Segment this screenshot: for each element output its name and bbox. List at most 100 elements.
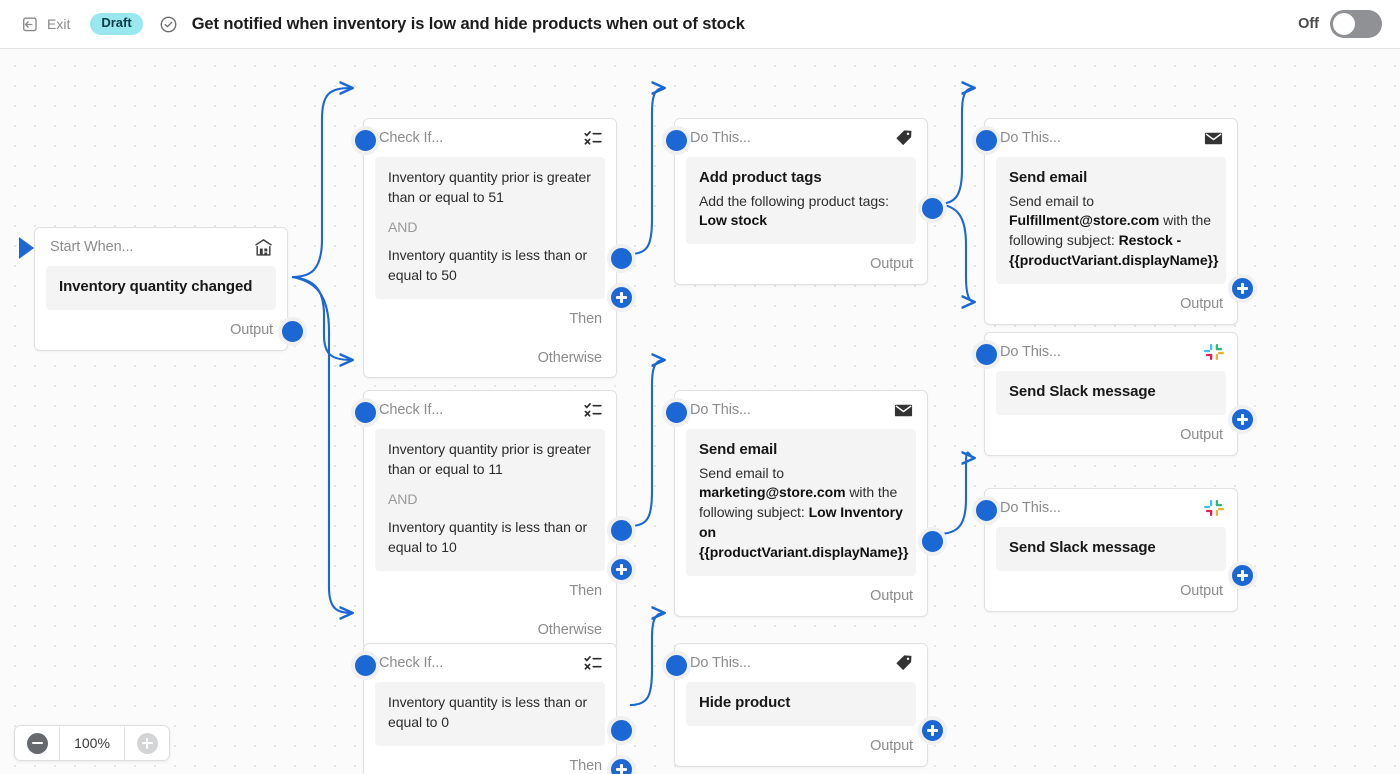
node-body: Inventory quantity prior is greater than… bbox=[375, 157, 605, 299]
node-send-slack-message-1[interactable]: Do This... bbox=[984, 332, 1238, 456]
condition-line: Inventory quantity is less than or equal… bbox=[388, 518, 592, 558]
minus-circle-icon bbox=[27, 733, 48, 754]
node-body: Send Slack message bbox=[996, 371, 1226, 415]
slack-2-input-port[interactable] bbox=[972, 496, 1001, 525]
condition-1-input-port[interactable] bbox=[351, 126, 380, 155]
workflow-canvas[interactable]: Start When... Inventory quantity changed… bbox=[0, 49, 1400, 774]
node-body: Send email Send email to Fulfillment@sto… bbox=[996, 157, 1226, 284]
condition-rules-icon bbox=[583, 653, 603, 673]
node-header: Check If... bbox=[364, 391, 616, 429]
node-condition-1[interactable]: Check If... Inventory quantity prior is … bbox=[363, 118, 617, 378]
node-header: Check If... bbox=[364, 119, 616, 157]
node-body: Send email Send email to marketing@store… bbox=[686, 429, 916, 576]
output-port-row: Output bbox=[675, 576, 927, 616]
node-kind-label: Do This... bbox=[1000, 130, 1061, 146]
node-condition-3[interactable]: Check If... Inventory quantity is less t… bbox=[363, 643, 617, 774]
condition-2-otherwise-add-button[interactable] bbox=[607, 555, 636, 584]
node-send-slack-message-2[interactable]: Do This... bbox=[984, 488, 1238, 612]
node-body: Inventory quantity changed bbox=[46, 266, 276, 310]
email-recipient: Fulfillment@store.com bbox=[1009, 212, 1159, 228]
output-port-row: Output bbox=[675, 726, 927, 766]
then-label: Then bbox=[569, 311, 602, 327]
node-kind-label: Do This... bbox=[690, 402, 751, 418]
node-body: Hide product bbox=[686, 682, 916, 726]
node-body: Send Slack message bbox=[996, 527, 1226, 571]
email-marketing-output-port[interactable] bbox=[918, 527, 947, 556]
action-description: Send email to Fulfillment@store.com with… bbox=[1009, 192, 1213, 272]
condition-1-otherwise-add-button[interactable] bbox=[607, 283, 636, 312]
node-trigger[interactable]: Start When... Inventory quantity changed… bbox=[34, 227, 288, 351]
node-header: Do This... bbox=[675, 391, 927, 429]
otherwise-port-row: Otherwise bbox=[364, 339, 616, 377]
output-label: Output bbox=[230, 322, 273, 338]
condition-3-then-port[interactable] bbox=[607, 716, 636, 745]
action-description: Add the following product tags: Low stoc… bbox=[699, 192, 903, 232]
trigger-title: Inventory quantity changed bbox=[59, 277, 263, 297]
exit-button[interactable]: Exit bbox=[16, 12, 76, 37]
toggle-label: Off bbox=[1298, 16, 1319, 32]
hide-product-input-port[interactable] bbox=[662, 651, 691, 680]
node-kind-label: Check If... bbox=[379, 402, 443, 418]
node-add-product-tags[interactable]: Do This... Add product tags Add the foll… bbox=[674, 118, 928, 285]
node-kind-label: Do This... bbox=[1000, 344, 1061, 360]
start-play-icon bbox=[19, 237, 34, 259]
node-kind-label: Do This... bbox=[690, 130, 751, 146]
output-port-row: Output bbox=[985, 571, 1237, 611]
node-header: Do This... bbox=[985, 119, 1237, 157]
status-badge: Draft bbox=[90, 13, 142, 34]
exit-arrow-icon bbox=[22, 16, 39, 33]
add-tags-input-port[interactable] bbox=[662, 126, 691, 155]
email-marketing-input-port[interactable] bbox=[662, 398, 691, 427]
condition-3-input-port[interactable] bbox=[351, 651, 380, 680]
node-kind-label: Do This... bbox=[1000, 500, 1061, 516]
tags-desc-prefix: Add the following product tags: bbox=[699, 193, 889, 209]
condition-1-then-port[interactable] bbox=[607, 244, 636, 273]
slack-2-output-add-button[interactable] bbox=[1228, 561, 1257, 590]
trigger-output-port[interactable] bbox=[278, 317, 307, 346]
exit-label: Exit bbox=[47, 16, 70, 32]
email-fulfillment-output-add-button[interactable] bbox=[1228, 274, 1257, 303]
node-header: Do This... bbox=[675, 644, 927, 682]
node-header: Check If... bbox=[364, 644, 616, 682]
node-kind-label: Do This... bbox=[690, 655, 751, 671]
otherwise-label: Otherwise bbox=[538, 350, 602, 366]
zoom-control: 100% bbox=[14, 725, 170, 761]
action-title: Send email bbox=[699, 440, 903, 460]
node-send-email-marketing[interactable]: Do This... Send email Send email to mark… bbox=[674, 390, 928, 617]
action-title: Hide product bbox=[699, 693, 903, 713]
plus-circle-icon bbox=[137, 733, 158, 754]
slack-1-input-port[interactable] bbox=[972, 340, 1001, 369]
zoom-in-button[interactable] bbox=[125, 726, 169, 760]
output-port-row: Output bbox=[35, 310, 287, 350]
slack-1-output-add-button[interactable] bbox=[1228, 405, 1257, 434]
node-hide-product[interactable]: Do This... Hide product Output bbox=[674, 643, 928, 767]
otherwise-label: Otherwise bbox=[538, 622, 602, 638]
then-port-row: Then bbox=[364, 746, 616, 774]
add-tags-output-port[interactable] bbox=[918, 194, 947, 223]
then-port-row: Then bbox=[364, 571, 616, 611]
node-send-email-fulfillment[interactable]: Do This... Send email Send email to Fulf… bbox=[984, 118, 1238, 325]
condition-line: Inventory quantity prior is greater than… bbox=[388, 168, 592, 208]
condition-2-input-port[interactable] bbox=[351, 398, 380, 427]
email-desc-prefix: Send email to bbox=[699, 465, 784, 481]
node-condition-2[interactable]: Check If... Inventory quantity prior is … bbox=[363, 390, 617, 650]
output-label: Output bbox=[870, 738, 913, 754]
condition-connector: AND bbox=[388, 491, 592, 507]
storefront-icon bbox=[253, 237, 274, 258]
hide-product-output-add-button[interactable] bbox=[918, 716, 947, 745]
condition-2-then-port[interactable] bbox=[607, 516, 636, 545]
workflow-enable-toggle[interactable] bbox=[1330, 10, 1382, 38]
output-label: Output bbox=[1180, 296, 1223, 312]
node-kind-label: Start When... bbox=[50, 239, 133, 255]
zoom-out-button[interactable] bbox=[15, 726, 59, 760]
node-body: Inventory quantity prior is greater than… bbox=[375, 429, 605, 571]
envelope-icon bbox=[1203, 128, 1224, 149]
condition-rules-icon bbox=[583, 400, 603, 420]
node-header: Start When... bbox=[35, 228, 287, 266]
then-label: Then bbox=[569, 583, 602, 599]
node-body: Add product tags Add the following produ… bbox=[686, 157, 916, 244]
then-port-row: Then bbox=[364, 299, 616, 339]
slack-icon bbox=[1204, 342, 1224, 362]
email-recipient: marketing@store.com bbox=[699, 484, 846, 500]
email-fulfillment-input-port[interactable] bbox=[972, 126, 1001, 155]
